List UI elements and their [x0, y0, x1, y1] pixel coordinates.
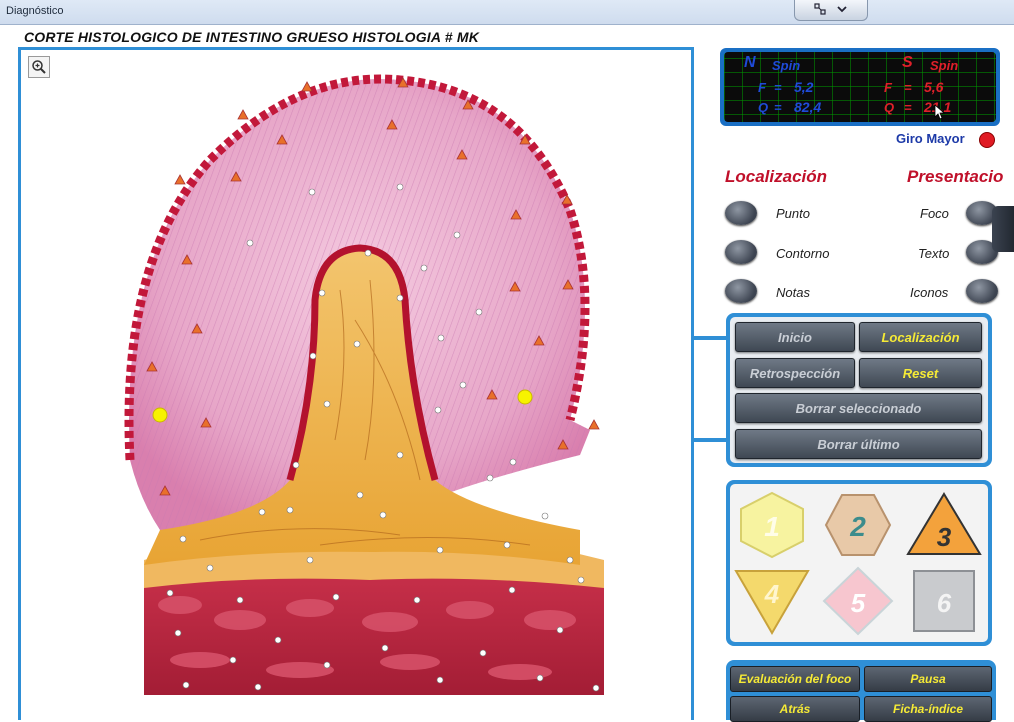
evaluacion-foco-button[interactable]: Evaluación del foco [730, 666, 860, 692]
ficha-indice-button[interactable]: Ficha-índice [864, 696, 992, 722]
shape-4-button[interactable]: 4 [732, 564, 812, 638]
retrospeccion-button[interactable]: Retrospección [735, 358, 855, 388]
shape-2-button[interactable]: 2 [818, 488, 898, 562]
chevron-down-icon[interactable] [836, 4, 848, 17]
shape-6-button[interactable]: 6 [904, 564, 984, 638]
n-q-label: Q [758, 100, 769, 115]
iconos-toggle[interactable] [966, 279, 998, 303]
n-spin-label: Spin [772, 58, 801, 73]
notas-toggle[interactable] [725, 279, 757, 303]
hexagon-icon: 1 [740, 491, 804, 559]
restore-icon[interactable] [814, 2, 826, 18]
diamond-icon: 5 [822, 566, 894, 636]
square-icon: 6 [913, 570, 975, 632]
connector [694, 336, 728, 340]
triangle-up-icon: 3 [906, 492, 982, 555]
presentacion-title: Presentacio [907, 167, 1004, 186]
reset-button[interactable]: Reset [859, 358, 982, 388]
s-spin-label: Spin [930, 58, 959, 73]
n-f-value: 5,2 [794, 79, 814, 95]
zoom-button[interactable] [28, 56, 50, 78]
contorno-toggle[interactable] [725, 240, 757, 264]
atras-button[interactable]: Atrás [730, 696, 860, 722]
window-controls[interactable] [794, 0, 868, 21]
triangle-down-icon: 4 [734, 570, 810, 635]
connector [694, 438, 728, 442]
s-f-value: 5,6 [924, 79, 944, 95]
shape-3-number: 3 [937, 522, 952, 552]
inicio-button[interactable]: Inicio [735, 322, 855, 352]
borrar-ultimo-button[interactable]: Borrar último [735, 429, 982, 459]
n-q-value: 82,4 [794, 99, 822, 115]
punto-toggle[interactable] [725, 201, 757, 225]
s-q-label: Q [884, 100, 895, 115]
shape-2-number: 2 [849, 511, 866, 542]
page-title: CORTE HISTOLOGICO DE INTESTINO GRUESO HI… [24, 29, 480, 45]
foco-label: Foco [920, 206, 949, 221]
window-title: Diagnóstico [6, 5, 64, 17]
localizacion-button[interactable]: Localización [859, 322, 982, 352]
shape-1-button[interactable]: 1 [732, 488, 812, 562]
borrar-seleccionado-button[interactable]: Borrar seleccionado [735, 393, 982, 423]
mouse-cursor-icon [934, 104, 946, 120]
shape-6-number: 6 [937, 588, 952, 618]
texto-label: Texto [918, 246, 950, 261]
pausa-button[interactable]: Pausa [864, 666, 992, 692]
zoom-in-icon [32, 60, 46, 74]
shape-3-button[interactable]: 3 [904, 488, 984, 562]
shape-1-number: 1 [764, 511, 780, 542]
shape-4-number: 4 [764, 579, 780, 609]
iconos-label: Iconos [910, 285, 949, 300]
punto-label: Punto [776, 206, 810, 221]
intestine-tissue-image [124, 74, 604, 695]
shape-5-button[interactable]: 5 [818, 564, 898, 638]
contorno-label: Contorno [776, 246, 830, 261]
n-label: N [744, 54, 756, 71]
s-label: S [902, 54, 913, 71]
giro-mayor-label: Giro Mayor [896, 131, 965, 146]
s-f-label: F [884, 80, 892, 95]
side-tab-handle[interactable] [992, 206, 1014, 252]
spin-display: N Spin F = 5,2 Q = 82,4 S Spin F = 5,6 Q… [724, 52, 996, 122]
localizacion-title: Localización [725, 167, 828, 186]
n-f-label: F [758, 80, 766, 95]
hexagon-icon: 2 [824, 494, 892, 556]
notas-label: Notas [776, 285, 810, 300]
giro-indicator[interactable] [979, 132, 995, 148]
shape-5-number: 5 [851, 588, 866, 618]
